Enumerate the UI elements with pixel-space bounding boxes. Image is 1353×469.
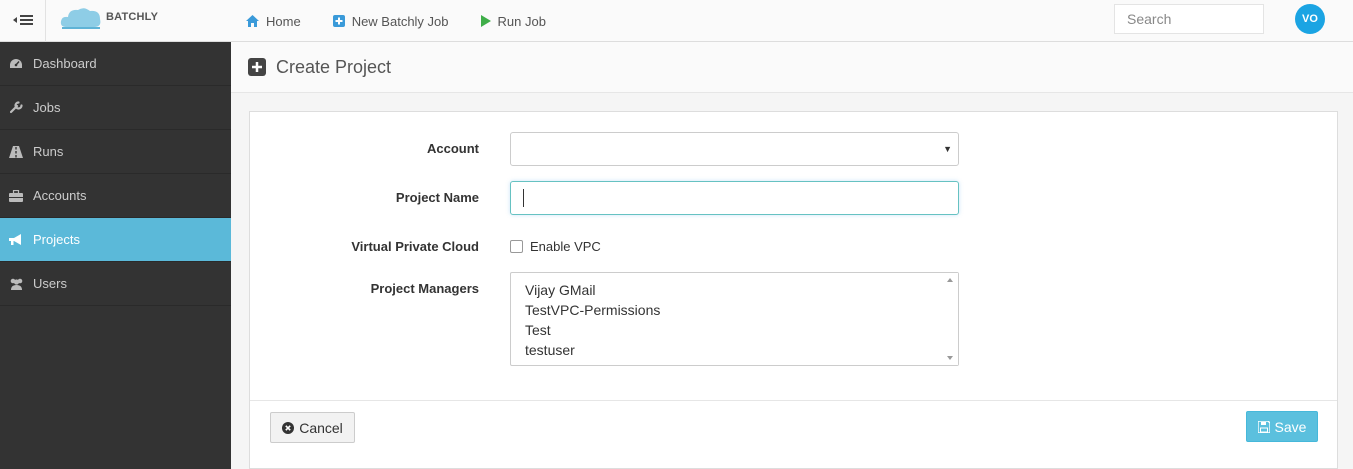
list-item[interactable]: Test	[525, 320, 958, 340]
form-footer: Cancel Save	[250, 400, 1337, 468]
close-circle-icon	[282, 421, 295, 434]
enable-vpc-option[interactable]: Enable VPC	[510, 239, 601, 254]
project-managers-listbox[interactable]: Vijay GMail TestVPC-Permissions Test tes…	[510, 272, 959, 366]
floppy-disk-icon	[1257, 420, 1270, 433]
plus-square-icon	[332, 15, 345, 27]
home-icon	[246, 15, 259, 27]
sidebar-item-label: Users	[33, 276, 67, 291]
create-project-form: Account ▼ Project Name Virtual Private C…	[249, 111, 1338, 469]
sidebar-item-label: Dashboard	[33, 56, 97, 71]
sidebar-item-label: Projects	[33, 232, 80, 247]
nav-new-job-link[interactable]: New Batchly Job	[332, 13, 449, 29]
sidebar-item-runs[interactable]: Runs	[0, 130, 231, 174]
briefcase-icon	[8, 189, 24, 202]
user-avatar[interactable]: VO	[1295, 4, 1325, 34]
menu-collapse-icon	[12, 13, 33, 29]
play-icon	[480, 15, 491, 27]
listbox-scrollbar[interactable]	[941, 273, 958, 365]
page-header: Create Project	[231, 42, 1353, 93]
nav-run-job-label: Run Job	[497, 13, 546, 29]
nav-new-job-label: New Batchly Job	[351, 13, 449, 29]
sidebar-item-jobs[interactable]: Jobs	[0, 86, 231, 130]
top-nav-links: Home New Batchly Job Run Job	[246, 0, 578, 42]
save-button-label: Save	[1274, 418, 1307, 435]
sidebar-item-dashboard[interactable]: Dashboard	[0, 42, 231, 86]
caret-down-icon: ▼	[943, 144, 952, 154]
brand-logo[interactable]: BATCHLY	[60, 5, 158, 29]
nav-run-job-link[interactable]: Run Job	[480, 13, 546, 29]
account-label: Account	[427, 141, 479, 156]
bullhorn-icon	[8, 233, 24, 246]
project-name-row: Project Name	[250, 181, 1337, 215]
scroll-up-arrow-icon[interactable]	[947, 278, 953, 282]
cloud-logo-icon	[60, 5, 102, 29]
vpc-label: Virtual Private Cloud	[351, 239, 479, 254]
brand-name: BATCHLY	[106, 11, 159, 23]
users-icon	[8, 278, 24, 290]
text-cursor	[523, 189, 524, 207]
cancel-button-label: Cancel	[299, 419, 343, 436]
plus-square-icon	[248, 58, 266, 76]
sidebar-toggle-button[interactable]	[0, 0, 46, 42]
save-button[interactable]: Save	[1246, 411, 1318, 442]
enable-vpc-checkbox[interactable]	[510, 240, 523, 253]
nav-home-label: Home	[266, 13, 301, 29]
project-name-input[interactable]	[510, 181, 959, 215]
sidebar-item-label: Accounts	[33, 188, 87, 203]
search-input[interactable]	[1114, 4, 1264, 34]
account-select[interactable]: ▼	[510, 132, 959, 166]
page-title: Create Project	[276, 56, 392, 77]
top-navbar: BATCHLY Home New Batchly Job Run Job VO	[0, 0, 1353, 42]
main-content: Create Project Account ▼ Project Name Vi…	[231, 42, 1353, 469]
sidebar: Dashboard Jobs Runs Accounts Projects Us…	[0, 42, 231, 469]
sidebar-item-users[interactable]: Users	[0, 262, 231, 306]
project-managers-row: Project Managers Vijay GMail TestVPC-Per…	[250, 272, 1337, 366]
sidebar-item-label: Runs	[33, 144, 64, 159]
account-row: Account ▼	[250, 132, 1337, 166]
vpc-row: Virtual Private Cloud Enable VPC	[250, 238, 1337, 258]
list-item[interactable]: testuser	[525, 340, 958, 360]
enable-vpc-label: Enable VPC	[530, 239, 601, 254]
wrench-icon	[8, 101, 24, 114]
dashboard-icon	[8, 58, 24, 70]
sidebar-item-label: Jobs	[33, 100, 61, 115]
list-item[interactable]: TestVPC-Permissions	[525, 300, 958, 320]
road-icon	[8, 145, 24, 158]
sidebar-item-accounts[interactable]: Accounts	[0, 174, 231, 218]
sidebar-item-projects[interactable]: Projects	[0, 218, 231, 262]
project-managers-label: Project Managers	[370, 281, 479, 296]
list-item[interactable]: Vijay GMail	[525, 280, 958, 300]
scroll-down-arrow-icon[interactable]	[947, 356, 953, 360]
project-name-label: Project Name	[395, 190, 479, 205]
nav-home-link[interactable]: Home	[246, 14, 301, 29]
cancel-button[interactable]: Cancel	[270, 412, 355, 443]
